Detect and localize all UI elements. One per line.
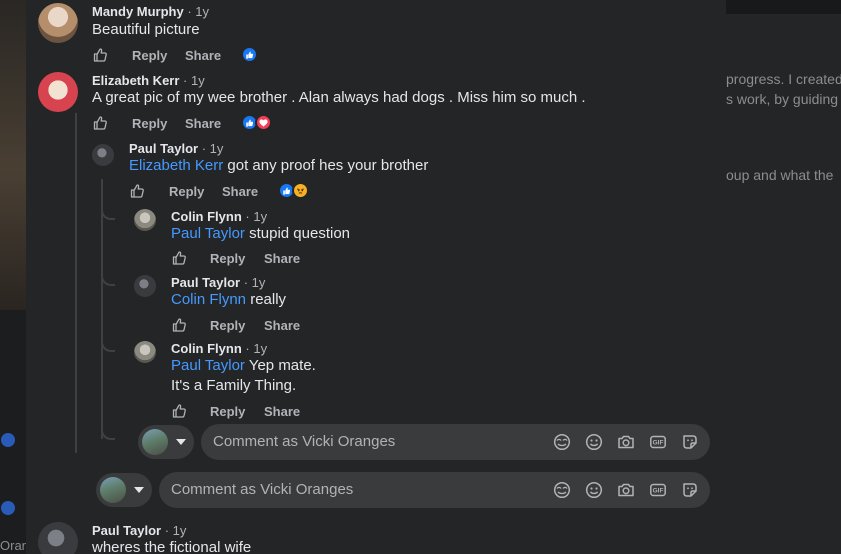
avatar[interactable] <box>38 72 78 112</box>
gif-icon[interactable] <box>649 433 667 451</box>
like-outline-icon[interactable] <box>92 115 108 131</box>
share-button[interactable]: Share <box>222 184 258 199</box>
comment-time[interactable]: · 1y <box>240 275 266 290</box>
mention-link[interactable]: Elizabeth Kerr <box>129 157 223 174</box>
reply-button[interactable]: Reply <box>210 404 245 419</box>
thread-line <box>101 179 103 439</box>
sticker-icon[interactable] <box>681 433 699 451</box>
comment-text-line: It's a Family Thing. <box>171 377 297 394</box>
comment-text: Elizabeth Kerr got any proof hes your br… <box>129 157 429 174</box>
caret-down-icon <box>176 439 186 445</box>
comment-time[interactable]: · 1y <box>242 341 267 356</box>
share-button[interactable]: Share <box>264 404 300 419</box>
share-button[interactable]: Share <box>264 251 300 266</box>
thread-connector <box>101 340 115 352</box>
like-outline-icon[interactable] <box>171 403 187 419</box>
comment-text: Paul Taylor stupid question <box>171 225 351 242</box>
comments-panel: GIF Mandy Murphy · 1y Beautiful picture … <box>26 0 726 554</box>
comment-text: Beautiful picture <box>92 21 200 38</box>
thread-connector <box>101 428 115 440</box>
avatar[interactable] <box>38 3 78 43</box>
caret-down-icon <box>134 487 144 493</box>
emoji-icon[interactable] <box>585 433 603 451</box>
angry-reaction-icon[interactable] <box>292 182 309 199</box>
comment-text: A great pic of my wee brother . Alan alw… <box>92 89 586 106</box>
love-reaction-icon[interactable] <box>255 114 272 131</box>
avatar-sticker-icon[interactable] <box>553 433 571 451</box>
comment-author[interactable]: Paul Taylor · 1y <box>171 275 265 290</box>
background-like-icon <box>1 501 15 515</box>
mention-link[interactable]: Paul Taylor <box>171 225 245 242</box>
comment-author[interactable]: Mandy Murphy · 1y <box>92 4 209 19</box>
comment-input[interactable]: Comment as Vicki Oranges <box>159 472 710 508</box>
comment-time[interactable]: · 1y <box>198 141 224 156</box>
avatar[interactable] <box>134 341 156 363</box>
like-outline-icon[interactable] <box>129 183 145 199</box>
comment-author[interactable]: Paul Taylor · 1y <box>92 523 186 538</box>
avatar <box>100 477 126 503</box>
emoji-icon[interactable] <box>585 481 603 499</box>
comment-text: Paul Taylor Yep mate. <box>171 357 316 374</box>
background-right-strip <box>726 0 841 14</box>
avatar[interactable] <box>134 209 156 231</box>
reply-button[interactable]: Reply <box>132 116 167 131</box>
mention-link[interactable]: Colin Flynn <box>171 291 246 308</box>
comment-author[interactable]: Colin Flynn · 1y <box>171 341 267 356</box>
background-post-text: progress. I created <box>726 71 841 87</box>
share-button[interactable]: Share <box>185 48 221 63</box>
background-photo <box>0 0 26 310</box>
comment-input[interactable]: Comment as Vicki Oranges <box>201 424 710 460</box>
avatar[interactable] <box>38 522 78 554</box>
comment-text: Colin Flynn really <box>171 291 287 308</box>
like-outline-icon[interactable] <box>171 317 187 333</box>
gif-icon[interactable] <box>649 481 667 499</box>
thread-connector <box>101 208 115 220</box>
background-post-text: oup and what the <box>726 167 834 183</box>
sticker-icon[interactable] <box>681 481 699 499</box>
mention-link[interactable]: Paul Taylor <box>171 357 245 374</box>
like-outline-icon[interactable] <box>92 47 108 63</box>
account-switcher-button[interactable] <box>138 425 194 459</box>
thread-line <box>75 113 77 453</box>
avatar[interactable] <box>92 144 114 166</box>
share-button[interactable]: Share <box>264 318 300 333</box>
avatar <box>142 429 168 455</box>
camera-icon[interactable] <box>617 433 635 451</box>
share-button[interactable]: Share <box>185 116 221 131</box>
comment-author[interactable]: Paul Taylor · 1y <box>129 141 223 156</box>
camera-icon[interactable] <box>617 481 635 499</box>
comment-time[interactable]: · 1y <box>184 4 209 19</box>
comment-author[interactable]: Colin Flynn · 1y <box>171 209 267 224</box>
background-left-column: Oran <box>0 0 29 554</box>
account-switcher-button[interactable] <box>96 473 152 507</box>
comment-time[interactable]: · 1y <box>242 209 267 224</box>
comment-time[interactable]: · 1y <box>179 73 205 88</box>
avatar-sticker-icon[interactable] <box>553 481 571 499</box>
thread-connector <box>101 274 115 286</box>
reply-button[interactable]: Reply <box>210 318 245 333</box>
background-like-icon <box>1 433 15 447</box>
comment-text: wheres the fictional wife <box>92 539 252 554</box>
background-left-text: Oran <box>0 538 29 553</box>
comment-time[interactable]: · 1y <box>161 523 187 538</box>
comment-input-placeholder: Comment as Vicki Oranges <box>171 481 354 498</box>
comment-input-placeholder: Comment as Vicki Oranges <box>213 433 396 450</box>
comment-author[interactable]: Elizabeth Kerr · 1y <box>92 73 205 88</box>
reply-button[interactable]: Reply <box>210 251 245 266</box>
like-reaction-icon[interactable] <box>241 46 258 63</box>
avatar[interactable] <box>134 275 156 297</box>
background-post-text: s work, by guiding <box>726 91 839 107</box>
reply-button[interactable]: Reply <box>132 48 167 63</box>
like-outline-icon[interactable] <box>171 250 187 266</box>
reply-button[interactable]: Reply <box>169 184 204 199</box>
